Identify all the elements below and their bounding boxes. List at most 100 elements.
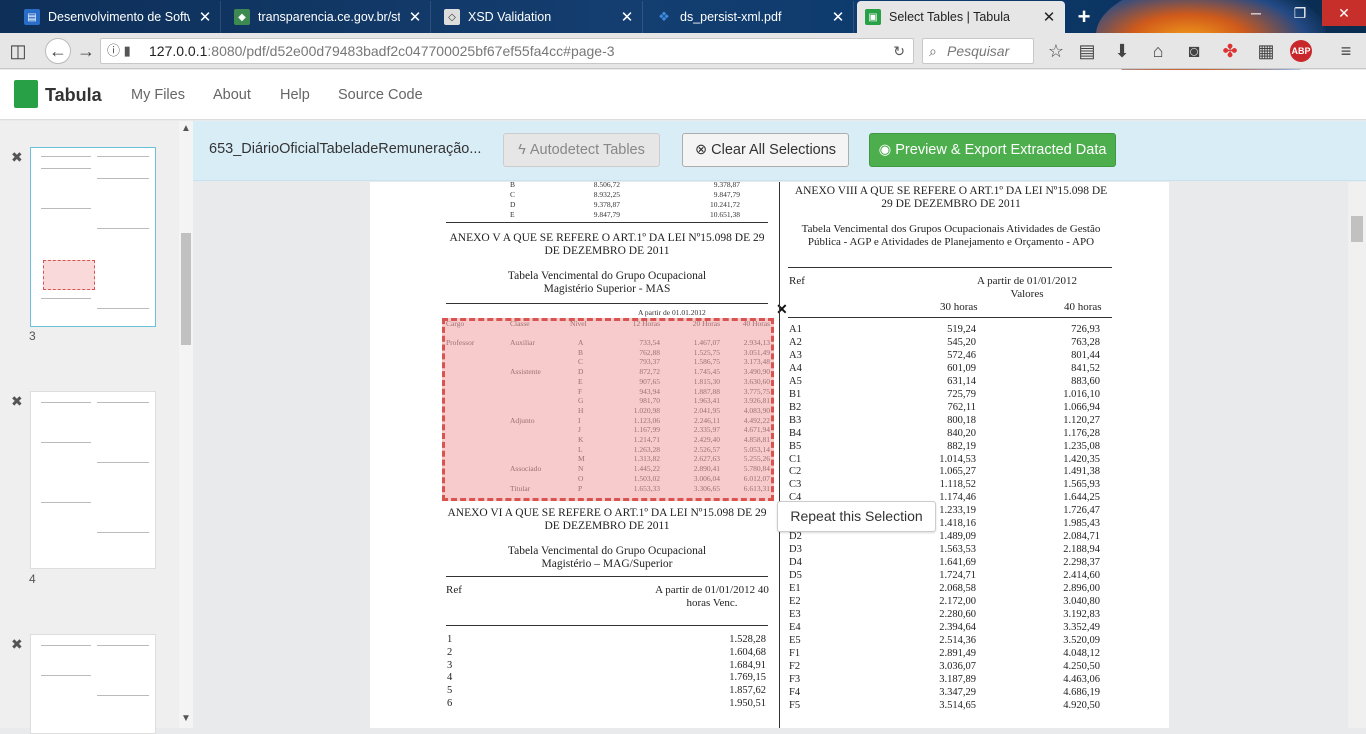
nav-help[interactable]: Help: [280, 87, 310, 103]
sidebar-scroll-thumb[interactable]: [181, 233, 191, 345]
back-button[interactable]: ←: [45, 38, 71, 64]
table-cell: 1.176,28: [1063, 427, 1100, 439]
table-cell: E2: [789, 595, 801, 607]
table-cell: 1.644,25: [1063, 492, 1100, 504]
table-cell: E3: [789, 608, 801, 620]
table-cell: 631,14: [947, 375, 976, 387]
tab-close-icon[interactable]: ✕: [829, 8, 847, 26]
table-cell: D4: [789, 557, 802, 569]
tab-transparencia[interactable]: ◆ transparencia.ce.gov.br/stat ✕: [226, 1, 431, 33]
nav-source-code[interactable]: Source Code: [338, 87, 423, 103]
viewer-scrollbar[interactable]: [1348, 182, 1366, 728]
table-cell: C2: [789, 466, 802, 478]
rule: [788, 317, 1112, 318]
table-cell: F1: [789, 647, 801, 659]
lightning-icon: ϟ: [518, 142, 530, 158]
reload-icon[interactable]: ↻: [893, 39, 905, 63]
annex-vi-title: ANEXO VI A QUE SE REFERE O ART.1º DA LEI…: [447, 507, 767, 532]
table-cell: 1.491,38: [1063, 466, 1100, 478]
table-cell: 1.563,53: [939, 544, 976, 556]
tab-close-icon[interactable]: ✕: [196, 8, 214, 26]
table-cell: 9.378,87: [713, 182, 740, 189]
table-cell: 9.378,87: [593, 200, 620, 209]
search-input[interactable]: ⌕ Pesquisar: [922, 38, 1034, 64]
agp-40h-header: 40 horas: [1064, 301, 1102, 313]
table-cell: 2.172,00: [939, 595, 976, 607]
close-window-icon[interactable]: ✕: [1322, 0, 1366, 26]
scroll-up-icon[interactable]: ▲: [181, 123, 191, 134]
remove-page-icon[interactable]: ✖: [11, 393, 23, 410]
extension-icon[interactable]: ✤: [1218, 39, 1242, 63]
table-cell: 3.040,80: [1063, 595, 1100, 607]
table-cell: B4: [789, 427, 802, 439]
reading-list-icon[interactable]: ▤: [1075, 39, 1099, 63]
table-cell: 882,19: [947, 440, 976, 452]
nav-about[interactable]: About: [213, 87, 251, 103]
info-icon[interactable]: ⓘ ▮: [107, 39, 131, 63]
adblock-icon[interactable]: ABP: [1290, 40, 1312, 62]
pdf-page[interactable]: B 8.506,72 9.378,87 C 8.932,25 9.847,79 D 9.378…: [370, 182, 1169, 728]
table-selection-area[interactable]: [442, 318, 774, 501]
new-tab-button[interactable]: +: [1072, 4, 1096, 30]
preview-export-button[interactable]: ◉ Preview & Export Extracted Data: [869, 133, 1116, 167]
tabula-logo-icon[interactable]: [14, 80, 38, 108]
table-cell: A3: [789, 349, 802, 361]
scroll-down-icon[interactable]: ▼: [181, 713, 191, 724]
brand-name[interactable]: Tabula: [45, 85, 102, 106]
agp-ref-header: Ref: [789, 275, 805, 287]
shield-icon: ◆: [234, 9, 250, 25]
diamond-icon: ◇: [444, 9, 460, 25]
mag-ref-header: Ref: [446, 584, 462, 596]
table-cell: F5: [789, 699, 801, 711]
table-cell: 9.847,79: [713, 190, 740, 199]
menu-icon[interactable]: ≡: [1334, 39, 1358, 63]
clear-all-selections-button[interactable]: ⊗ Clear All Selections: [682, 133, 849, 167]
sidebar-toggle-icon[interactable]: ◫: [6, 39, 30, 63]
table-cell: 1.857,62: [729, 685, 766, 697]
nav-my-files[interactable]: My Files: [131, 87, 185, 103]
bookmark-star-icon[interactable]: ☆: [1044, 39, 1068, 63]
table-cell: 4: [447, 672, 453, 684]
url-bar[interactable]: ⓘ ▮ 127.0.0.1:8080/pdf/d52e00d79483badf2…: [100, 38, 914, 64]
tab-ds-persist-pdf[interactable]: ❖ ds_persist-xml.pdf ✕: [648, 1, 854, 33]
tab-desenvolvimento[interactable]: ▤ Desenvolvimento de Softwa ✕: [16, 1, 221, 33]
thumbnail-page-5[interactable]: [30, 634, 156, 734]
table-cell: A5: [789, 375, 802, 387]
thumbnail-page-3[interactable]: [30, 147, 156, 327]
table-cell: 4.920,50: [1063, 699, 1100, 711]
tab-close-icon[interactable]: ✕: [1040, 8, 1058, 26]
selection-close-icon[interactable]: ✕: [776, 301, 788, 318]
table-cell: 1.950,51: [729, 698, 766, 709]
autodetect-tables-button[interactable]: ϟ Autodetect Tables: [503, 133, 660, 167]
table-cell: 1.420,35: [1063, 453, 1100, 465]
forward-button[interactable]: →: [74, 39, 98, 63]
table-cell: 800,18: [947, 414, 976, 426]
viewer-scroll-thumb[interactable]: [1351, 216, 1363, 242]
search-placeholder: Pesquisar: [947, 43, 1010, 59]
remove-page-icon[interactable]: ✖: [11, 149, 23, 166]
table-cell: B: [510, 182, 516, 189]
repeat-selection-button[interactable]: Repeat this Selection: [777, 501, 936, 532]
pocket-icon[interactable]: ◙: [1182, 39, 1206, 63]
table-cell: 1.528,28: [729, 634, 766, 645]
minimize-icon[interactable]: ─: [1234, 0, 1278, 26]
home-icon[interactable]: ⌂: [1146, 39, 1170, 63]
table-cell: 1.684,91: [729, 659, 766, 671]
table-cell: 1.726,47: [1063, 505, 1100, 517]
tab-xsd-validation[interactable]: ◇ XSD Validation ✕: [436, 1, 643, 33]
thumbnail-page-4[interactable]: [30, 391, 156, 569]
thumbnail-selection: [43, 260, 95, 290]
remove-page-icon[interactable]: ✖: [11, 636, 23, 653]
tab-close-icon[interactable]: ✕: [618, 8, 636, 26]
tab-select-tables[interactable]: ▣ Select Tables | Tabula ✕: [857, 1, 1065, 33]
extension-icon-2[interactable]: ▦: [1254, 39, 1278, 63]
table-cell: 1.641,69: [939, 557, 976, 569]
app-header: Tabula My Files About Help Source Code: [0, 70, 1366, 120]
table-cell: 3.347,29: [939, 686, 976, 698]
url-host: 127.0.0.1: [149, 43, 208, 59]
tab-close-icon[interactable]: ✕: [406, 8, 424, 26]
downloads-icon[interactable]: ⬇: [1110, 39, 1134, 63]
restore-icon[interactable]: ❐: [1278, 0, 1322, 26]
table-cell: 2.068,58: [939, 583, 976, 594]
sidebar-scrollbar[interactable]: ▲ ▼: [179, 121, 193, 728]
